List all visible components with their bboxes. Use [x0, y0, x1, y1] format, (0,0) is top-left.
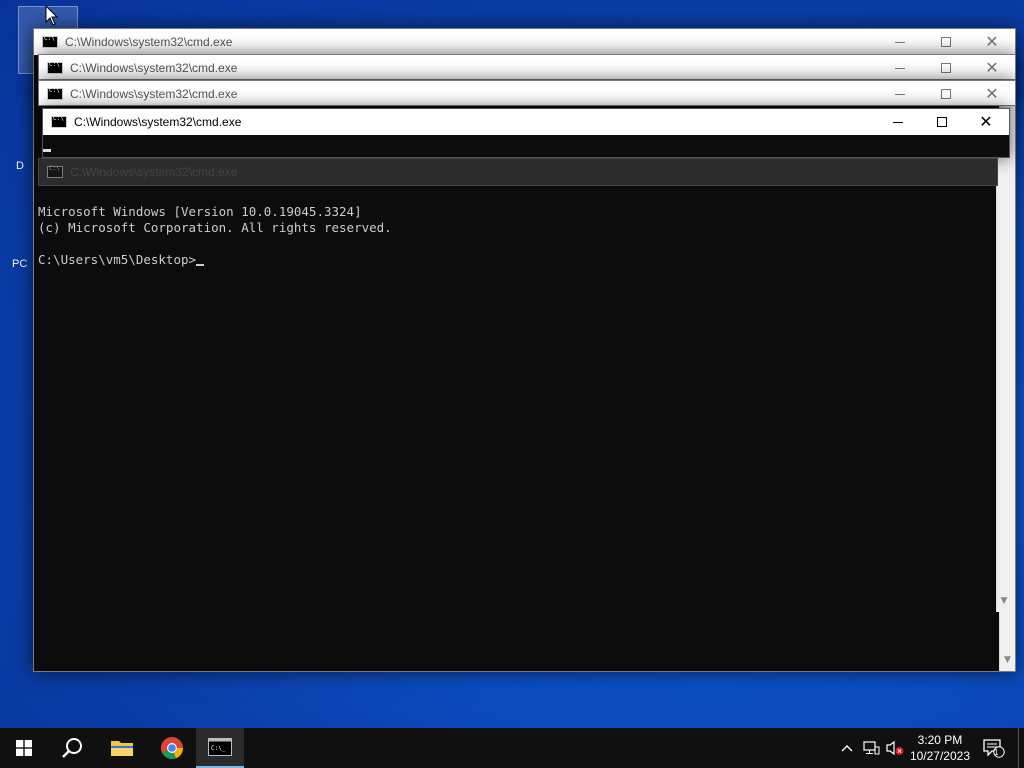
cmd-window-3[interactable]: C:\Windows\system32\cmd.exe ✕ — [38, 80, 1016, 106]
volume-button[interactable] — [884, 728, 906, 768]
minimize-button[interactable] — [877, 55, 923, 81]
cmd-window-5-titlebar[interactable]: C:\Windows\system32\cmd.exe — [39, 159, 997, 185]
cmd-window-3-titlebar[interactable]: C:\Windows\system32\cmd.exe ✕ — [39, 81, 1015, 107]
minimize-button[interactable] — [877, 81, 923, 107]
maximize-button[interactable] — [923, 29, 969, 55]
text-cursor — [43, 149, 51, 152]
window-title: C:\Windows\system32\cmd.exe — [74, 115, 242, 129]
chevron-up-icon — [841, 745, 853, 752]
scroll-down-icon[interactable]: ▼ — [997, 596, 1011, 610]
show-hidden-icons-button[interactable] — [836, 728, 858, 768]
window-title: C:\Windows\system32\cmd.exe — [65, 35, 233, 49]
search-icon — [62, 738, 82, 758]
action-center-button[interactable]: 1 — [976, 728, 1012, 768]
maximize-icon — [941, 63, 951, 73]
close-icon: ✕ — [979, 112, 993, 131]
cmd-taskbar-button[interactable]: C:\_ — [196, 728, 244, 768]
minimize-icon — [895, 41, 905, 43]
cmd-window-4[interactable]: C:\Windows\system32\cmd.exe ✕ — [42, 108, 1010, 158]
cmd-window-5[interactable]: C:\Windows\system32\cmd.exe — [38, 158, 998, 186]
clock-date: 10/27/2023 — [909, 749, 970, 763]
console-scrollbar[interactable]: ▲ ▼ — [996, 136, 1011, 612]
clock[interactable]: 3:20 PM 10/27/2023 — [910, 732, 970, 764]
cmd-app-icon — [47, 61, 63, 74]
clock-time: 3:20 PM — [917, 733, 963, 747]
search-button[interactable] — [48, 728, 96, 768]
network-button[interactable] — [860, 728, 882, 768]
console-prompt[interactable]: C:\Users\vm5\Desktop> — [38, 252, 996, 268]
notification-count: 1 — [994, 748, 999, 757]
maximize-button[interactable] — [923, 55, 969, 81]
desktop-icon-pc[interactable]: PC — [12, 258, 27, 270]
desktop-icon-d[interactable]: D — [16, 160, 24, 172]
cmd-window-2-titlebar[interactable]: C:\Windows\system32\cmd.exe ✕ — [39, 55, 1015, 81]
window-title: C:\Windows\system32\cmd.exe — [70, 61, 238, 75]
file-explorer-button[interactable] — [98, 728, 146, 768]
maximize-button[interactable] — [919, 109, 965, 135]
cmd-app-icon — [51, 115, 67, 128]
window-title: C:\Windows\system32\cmd.exe — [70, 87, 238, 101]
cmd-app-icon — [42, 35, 58, 48]
cmd-window-1-titlebar[interactable]: C:\Windows\system32\cmd.exe ✕ — [34, 29, 1015, 55]
close-icon: ✕ — [985, 32, 999, 51]
console-output-ghost[interactable]: Microsoft Windows [Version 10.0.19045.33… — [38, 186, 996, 612]
maximize-icon — [941, 89, 951, 99]
close-button[interactable]: ✕ — [969, 55, 1015, 81]
network-icon — [863, 741, 880, 755]
cmd-window-4-titlebar[interactable]: C:\Windows\system32\cmd.exe ✕ — [43, 109, 1009, 135]
scroll-down-icon[interactable]: ▼ — [1000, 655, 1015, 669]
chrome-button[interactable] — [148, 728, 196, 768]
minimize-icon — [895, 93, 905, 95]
chrome-icon — [161, 737, 184, 760]
close-button[interactable]: ✕ — [969, 29, 1015, 55]
minimize-button[interactable] — [875, 109, 921, 135]
console-line-2: (c) Microsoft Corporation. All rights re… — [38, 220, 392, 235]
close-icon: ✕ — [985, 84, 999, 103]
console-line-1: Microsoft Windows [Version 10.0.19045.33… — [38, 204, 362, 219]
maximize-button[interactable] — [923, 81, 969, 107]
svg-text:C:\_: C:\_ — [211, 745, 226, 752]
start-button[interactable] — [0, 728, 48, 768]
text-cursor — [196, 264, 205, 266]
minimize-button[interactable] — [877, 29, 923, 55]
close-button[interactable]: ✕ — [963, 109, 1009, 135]
show-desktop-button[interactable] — [1018, 728, 1024, 768]
maximize-icon — [941, 37, 951, 47]
close-icon: ✕ — [985, 58, 999, 77]
window-title: C:\Windows\system32\cmd.exe — [70, 165, 238, 179]
folder-icon — [111, 741, 133, 756]
taskbar: C:\_ 3:20 PM 10/27/2023 1 — [0, 728, 1024, 768]
close-button[interactable]: ✕ — [969, 81, 1015, 107]
cmd-icon: C:\_ — [208, 738, 232, 756]
mouse-pointer-icon — [45, 5, 59, 26]
volume-muted-icon — [886, 740, 904, 756]
windows-logo-icon — [16, 740, 32, 756]
cmd-app-icon — [47, 87, 63, 100]
cmd-window-2[interactable]: C:\Windows\system32\cmd.exe ✕ — [38, 54, 1016, 80]
cmd-app-icon — [47, 165, 63, 178]
minimize-icon — [895, 67, 905, 69]
maximize-icon — [937, 117, 947, 127]
minimize-icon — [893, 121, 903, 123]
